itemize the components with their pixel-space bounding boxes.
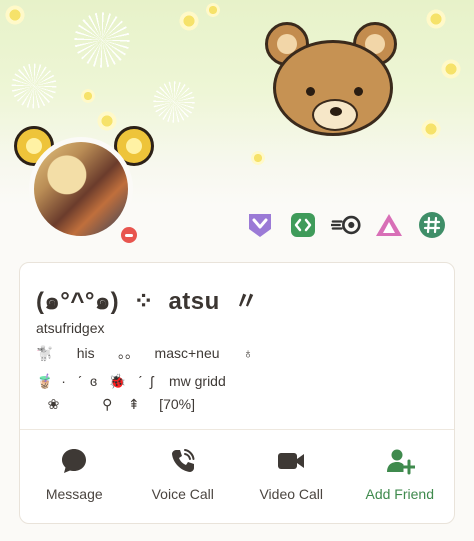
flower-decoration	[80, 88, 96, 104]
username[interactable]: atsufridgex	[36, 320, 104, 336]
active-developer-icon[interactable]	[288, 210, 318, 240]
voice-call-button[interactable]: Voice Call	[129, 446, 238, 502]
flower-decoration	[4, 4, 26, 26]
video-camera-icon	[278, 453, 305, 469]
message-button[interactable]: Message	[20, 446, 129, 502]
add-friend-button[interactable]: Add Friend	[346, 446, 455, 502]
voice-call-label: Voice Call	[151, 486, 214, 502]
avatar-container[interactable]	[10, 126, 156, 246]
bio-line: ❀ ⚲ ⇞ [70%]	[36, 396, 195, 412]
flower-decoration	[425, 8, 447, 30]
flower-decoration	[250, 150, 266, 166]
flower-decoration	[420, 118, 442, 140]
phone-icon	[171, 449, 195, 472]
triangle-icon[interactable]	[374, 210, 404, 240]
dandelion-decoration	[70, 8, 134, 72]
profile-card: (๑°^°๑) ⁘ atsu 〃 atsufridgex 🐩 his 。。 ma…	[19, 262, 455, 524]
rilakkuma-bear-icon	[265, 22, 400, 140]
display-name: (๑°^°๑) ⁘ atsu 〃	[36, 288, 259, 315]
action-bar: Message Voice Call Video Call Add Friend	[20, 446, 454, 502]
flower-decoration	[178, 10, 200, 32]
add-friend-label: Add Friend	[365, 486, 434, 502]
chat-bubble-icon	[62, 449, 87, 473]
bio-line: 🧋 · ˊ ɞ 🐞 ˊ ʃ mw gridd	[36, 373, 226, 389]
hypesquad-icon[interactable]	[245, 210, 275, 240]
profile-badges	[245, 210, 447, 240]
video-call-button[interactable]: Video Call	[237, 446, 346, 502]
pronouns: 🐩 his 。。 masc+neu ♁	[36, 345, 254, 361]
add-friend-icon	[386, 449, 415, 475]
video-call-label: Video Call	[259, 486, 324, 502]
hashtag-icon[interactable]	[417, 210, 447, 240]
message-label: Message	[45, 486, 103, 502]
dandelion-decoration	[8, 60, 60, 112]
status-dnd-icon	[118, 224, 140, 246]
dandelion-decoration	[150, 78, 198, 126]
divider	[20, 429, 454, 430]
flower-decoration	[205, 2, 221, 18]
avatar[interactable]	[29, 137, 133, 241]
flower-decoration	[440, 58, 462, 80]
speed-icon[interactable]	[331, 210, 361, 240]
